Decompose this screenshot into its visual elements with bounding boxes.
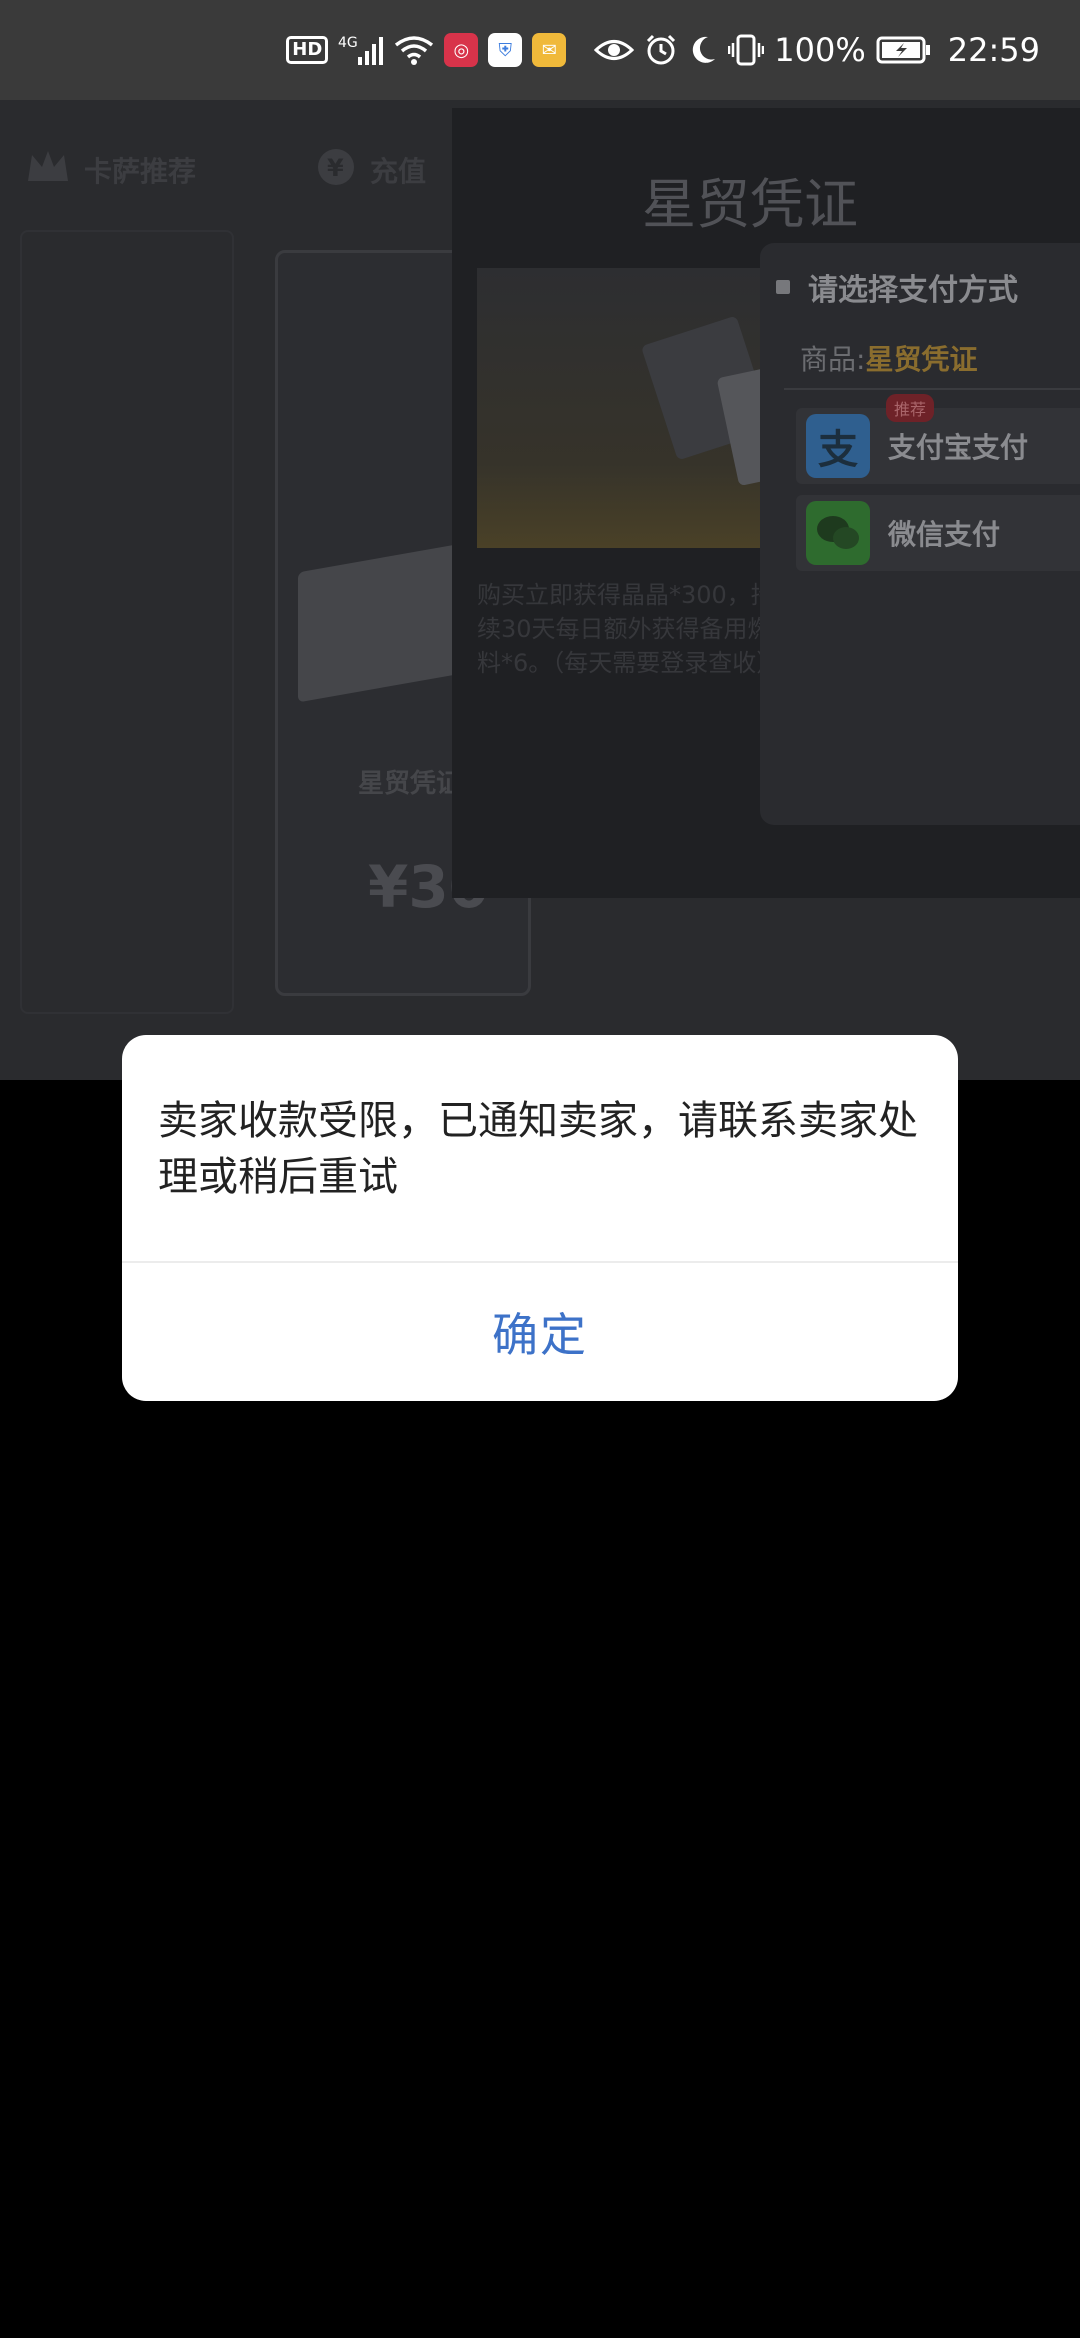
payment-header: 请选择支付方式 xyxy=(776,265,1018,309)
alipay-icon: 支 xyxy=(806,414,870,478)
4g-signal-icon: 4G xyxy=(338,33,384,67)
wechat-icon xyxy=(806,501,870,565)
svg-text:¥: ¥ xyxy=(327,154,344,182)
confirm-button[interactable]: 确定 xyxy=(122,1263,958,1401)
background-app: 卡萨推荐 ¥ 充值 星贸凭证 ¥30 星贸凭证 购买立即获得晶晶*300，持续3… xyxy=(0,100,1080,1080)
status-bar: HD 4G ◎ ⛨ ✉ 100% 22:59 xyxy=(0,0,1080,100)
payment-product: 商品:星贸凭证 xyxy=(800,338,977,378)
battery-icon xyxy=(876,35,932,65)
alarm-icon xyxy=(644,33,678,67)
alert-dialog: 卖家收款受限，已通知卖家，请联系卖家处理或稍后重试 确定 xyxy=(122,1035,958,1401)
detail-description: 购买立即获得晶晶*300，持续30天每日额外获得备用燃料*6。（每天需要登录查收… xyxy=(477,581,781,677)
alipay-option[interactable]: 支 推荐 支付宝支付 xyxy=(796,394,1080,484)
svg-text:4G: 4G xyxy=(338,35,358,51)
tab-label: 卡萨推荐 xyxy=(84,155,197,188)
payment-method-panel: 请选择支付方式 商品:星贸凭证 支 推荐 支付宝支付 微信支付 xyxy=(760,243,1080,825)
tab-label: 充值 xyxy=(370,155,427,188)
hd-icon: HD xyxy=(286,36,329,64)
tab-recharge: ¥ 充值 xyxy=(316,147,426,194)
product-label: 商品: xyxy=(800,343,866,376)
app-red-icon: ◎ xyxy=(444,33,479,67)
recommend-badge: 推荐 xyxy=(886,394,935,422)
vibrate-icon xyxy=(728,33,765,67)
product-name: 星贸凭证 xyxy=(358,769,463,799)
shield-icon: ⛨ xyxy=(488,33,523,67)
crown-icon xyxy=(26,147,70,194)
wifi-icon xyxy=(394,33,434,67)
detail-title: 星贸凭证 xyxy=(642,173,858,236)
status-icons: HD 4G ◎ ⛨ ✉ 100% 22:59 xyxy=(286,0,1040,100)
product-name: 星贸凭证 xyxy=(865,343,978,376)
tab-recommend: 卡萨推荐 xyxy=(26,147,196,194)
yen-icon: ¥ xyxy=(316,147,356,194)
eye-icon xyxy=(594,35,635,65)
moon-icon xyxy=(688,33,718,67)
left-panel xyxy=(20,230,234,1014)
wechat-pay-option[interactable]: 微信支付 xyxy=(796,495,1080,571)
divider xyxy=(784,388,1080,390)
option-label: 微信支付 xyxy=(888,518,1001,551)
mail-icon: ✉ xyxy=(532,33,567,67)
battery-percent: 100% xyxy=(774,31,866,69)
clock: 22:59 xyxy=(947,31,1040,69)
payment-title: 请选择支付方式 xyxy=(808,273,1018,308)
top-tab-bar: 卡萨推荐 ¥ 充值 xyxy=(0,135,426,205)
option-label: 支付宝支付 xyxy=(888,431,1029,464)
bullet-icon xyxy=(776,280,790,294)
dialog-message: 卖家收款受限，已通知卖家，请联系卖家处理或稍后重试 xyxy=(158,1098,918,1200)
